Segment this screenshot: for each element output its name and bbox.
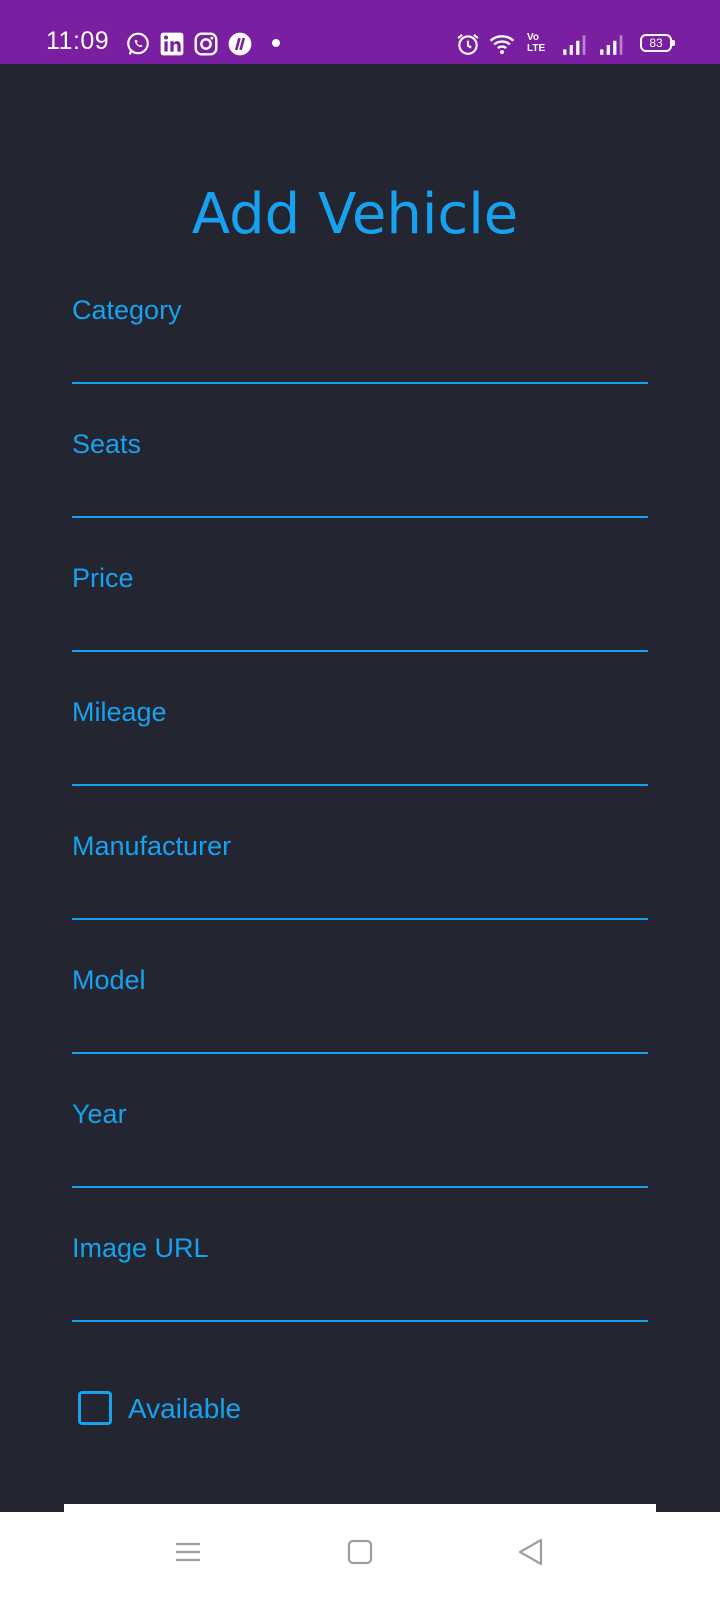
- model-label: Model: [72, 965, 146, 995]
- signal-icon: [561, 31, 587, 57]
- mileage-field: Mileage: [72, 696, 648, 796]
- volte-label-line1: Vo: [527, 32, 540, 43]
- seats-field: Seats: [72, 428, 648, 528]
- whatsapp-icon: [125, 31, 151, 57]
- seats-input[interactable]: [72, 468, 648, 518]
- year-field: Year: [72, 1098, 648, 1198]
- instagram-icon: [193, 31, 219, 57]
- home-icon[interactable]: [340, 1532, 380, 1572]
- price-field: Price: [72, 562, 648, 662]
- available-checkbox[interactable]: [78, 1391, 112, 1425]
- alarm-icon: [455, 31, 481, 57]
- year-input[interactable]: [72, 1138, 648, 1188]
- model-input[interactable]: [72, 1004, 648, 1054]
- category-field: Category: [72, 294, 648, 394]
- status-bar: 11:09 Vo LTE 83: [0, 0, 720, 64]
- back-icon[interactable]: [511, 1532, 551, 1572]
- signal-icon: [598, 31, 624, 57]
- image-url-label: Image URL: [72, 1233, 209, 1263]
- model-field: Model: [72, 964, 648, 1064]
- status-time: 11:09: [46, 27, 110, 55]
- manufacturer-input[interactable]: [72, 870, 648, 920]
- page-title: Add Vehicle: [191, 182, 519, 247]
- seats-label: Seats: [72, 429, 142, 459]
- price-input[interactable]: [72, 602, 648, 652]
- image-url-field: Image URL: [72, 1232, 648, 1332]
- volte-label-line2: LTE: [527, 43, 546, 54]
- mileage-label: Mileage: [72, 697, 167, 727]
- year-label: Year: [72, 1099, 127, 1129]
- price-label: Price: [72, 563, 134, 593]
- manufacturer-label: Manufacturer: [72, 831, 232, 861]
- manufacturer-field: Manufacturer: [72, 830, 648, 930]
- image-url-input[interactable]: [72, 1272, 648, 1322]
- mileage-input[interactable]: [72, 736, 648, 786]
- category-label: Category: [72, 295, 182, 325]
- wifi-icon: [489, 31, 515, 57]
- battery-icon: 83: [640, 34, 675, 52]
- volte-icon: Vo LTE: [527, 32, 553, 56]
- menu-icon[interactable]: [168, 1532, 208, 1572]
- category-input[interactable]: [72, 334, 648, 384]
- navigation-bar: [0, 1512, 720, 1600]
- available-label: Available: [128, 1393, 242, 1424]
- more-notifications-dot: [272, 39, 280, 47]
- app-icon: [227, 31, 253, 57]
- linkedin-icon: [159, 31, 185, 57]
